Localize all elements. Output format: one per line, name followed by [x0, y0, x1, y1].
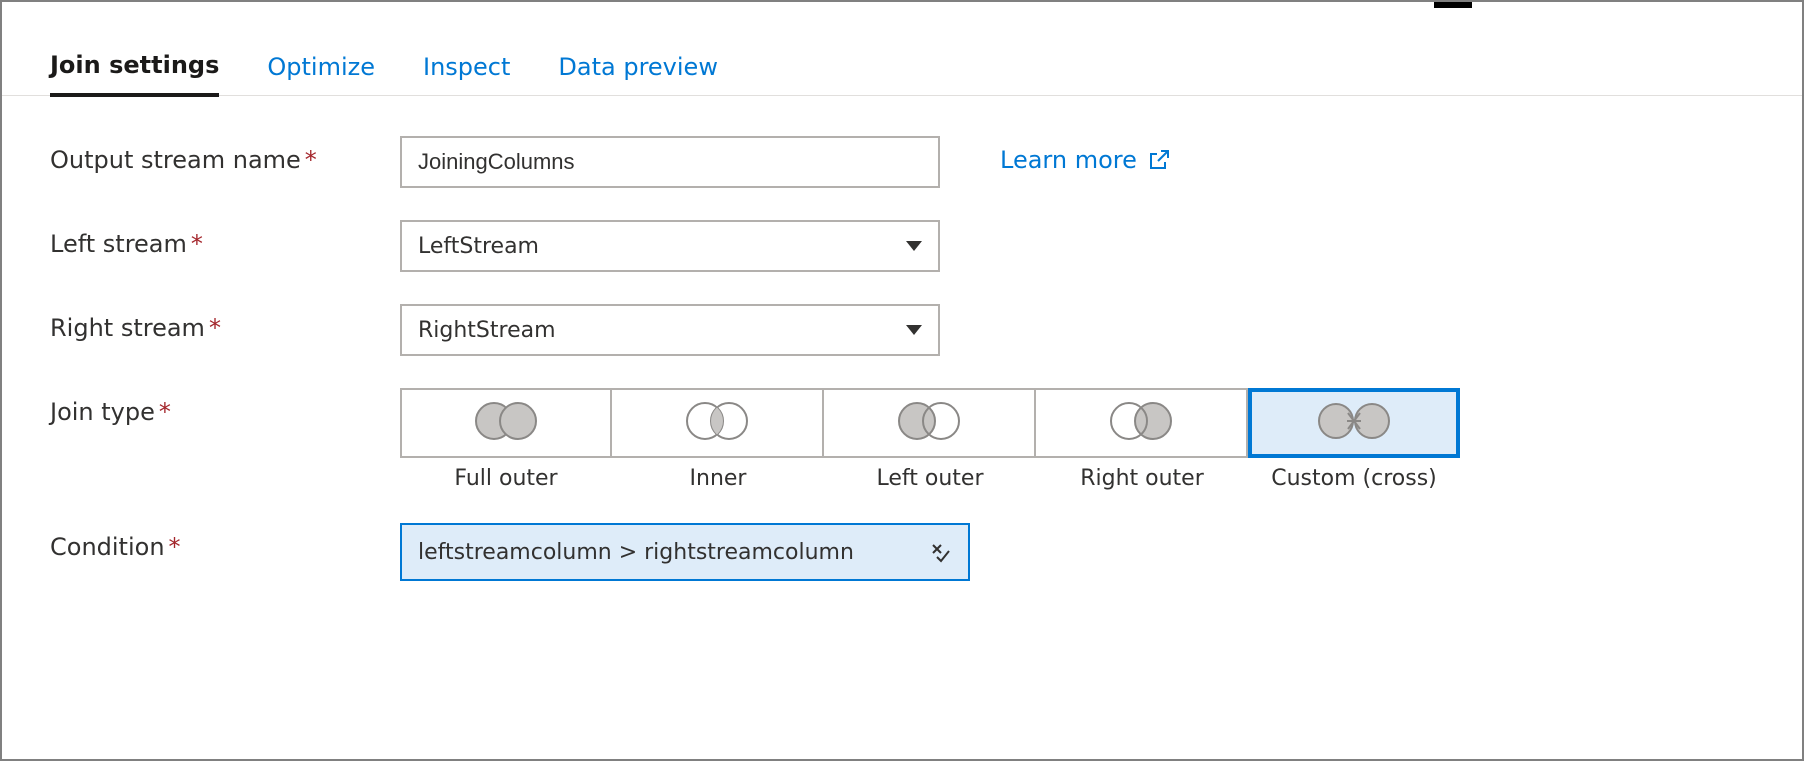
- label-right-stream: Right stream*: [50, 304, 400, 342]
- label-join-type: Join type*: [50, 388, 400, 426]
- join-type-options: Full outer: [400, 388, 1460, 491]
- required-asterisk: *: [159, 398, 171, 426]
- label-output-stream-name: Output stream name*: [50, 136, 400, 174]
- venn-cross-icon: [1309, 399, 1399, 448]
- label-text: Join type: [50, 398, 155, 426]
- learn-more-text: Learn more: [1000, 146, 1137, 174]
- join-type-label: Right outer: [1080, 466, 1204, 491]
- row-right-stream: Right stream* RightStream: [50, 304, 1754, 356]
- join-type-label: Full outer: [454, 466, 557, 491]
- condition-validate-icon[interactable]: [928, 540, 952, 564]
- join-type-label: Inner: [690, 466, 747, 491]
- left-stream-value: LeftStream: [418, 234, 539, 259]
- join-type-label: Left outer: [877, 466, 984, 491]
- label-text: Output stream name: [50, 146, 301, 174]
- chevron-down-icon: [906, 325, 922, 335]
- tab-inspect[interactable]: Inspect: [423, 53, 510, 95]
- label-condition: Condition*: [50, 523, 400, 561]
- tab-data-preview[interactable]: Data preview: [558, 53, 718, 95]
- tab-join-settings[interactable]: Join settings: [50, 51, 219, 97]
- row-output-stream-name: Output stream name* Learn more: [50, 136, 1754, 188]
- join-type-full-outer[interactable]: Full outer: [400, 388, 612, 491]
- condition-input[interactable]: leftstreamcolumn > rightstreamcolumn: [400, 523, 970, 581]
- required-asterisk: *: [305, 146, 317, 174]
- external-link-icon: [1147, 148, 1171, 172]
- condition-value: leftstreamcolumn > rightstreamcolumn: [418, 540, 854, 565]
- required-asterisk: *: [169, 533, 181, 561]
- join-type-label: Custom (cross): [1271, 466, 1436, 491]
- label-text: Condition: [50, 533, 165, 561]
- right-stream-value: RightStream: [418, 318, 556, 343]
- join-type-left-outer[interactable]: Left outer: [824, 388, 1036, 491]
- required-asterisk: *: [209, 314, 221, 342]
- row-left-stream: Left stream* LeftStream: [50, 220, 1754, 272]
- join-type-custom-cross[interactable]: Custom (cross): [1248, 388, 1460, 491]
- label-text: Left stream: [50, 230, 187, 258]
- tab-optimize[interactable]: Optimize: [267, 53, 375, 95]
- tab-bar: Join settings Optimize Inspect Data prev…: [2, 2, 1802, 96]
- venn-full-outer-icon: [461, 399, 551, 448]
- venn-inner-icon: [672, 399, 762, 448]
- label-left-stream: Left stream*: [50, 220, 400, 258]
- venn-right-outer-icon: [1096, 399, 1186, 448]
- row-join-type: Join type* Full outer: [50, 388, 1754, 491]
- learn-more-link[interactable]: Learn more: [1000, 136, 1171, 174]
- left-stream-select[interactable]: LeftStream: [400, 220, 940, 272]
- row-condition: Condition* leftstreamcolumn > rightstrea…: [50, 523, 1754, 581]
- right-stream-select[interactable]: RightStream: [400, 304, 940, 356]
- output-stream-name-input[interactable]: [400, 136, 940, 188]
- venn-left-outer-icon: [884, 399, 974, 448]
- join-type-right-outer[interactable]: Right outer: [1036, 388, 1248, 491]
- settings-panel: Join settings Optimize Inspect Data prev…: [0, 0, 1804, 761]
- join-type-inner[interactable]: Inner: [612, 388, 824, 491]
- required-asterisk: *: [191, 230, 203, 258]
- form-area: Output stream name* Learn more Left st: [2, 96, 1802, 653]
- chevron-down-icon: [906, 241, 922, 251]
- label-text: Right stream: [50, 314, 205, 342]
- drag-stub: [1434, 2, 1472, 8]
